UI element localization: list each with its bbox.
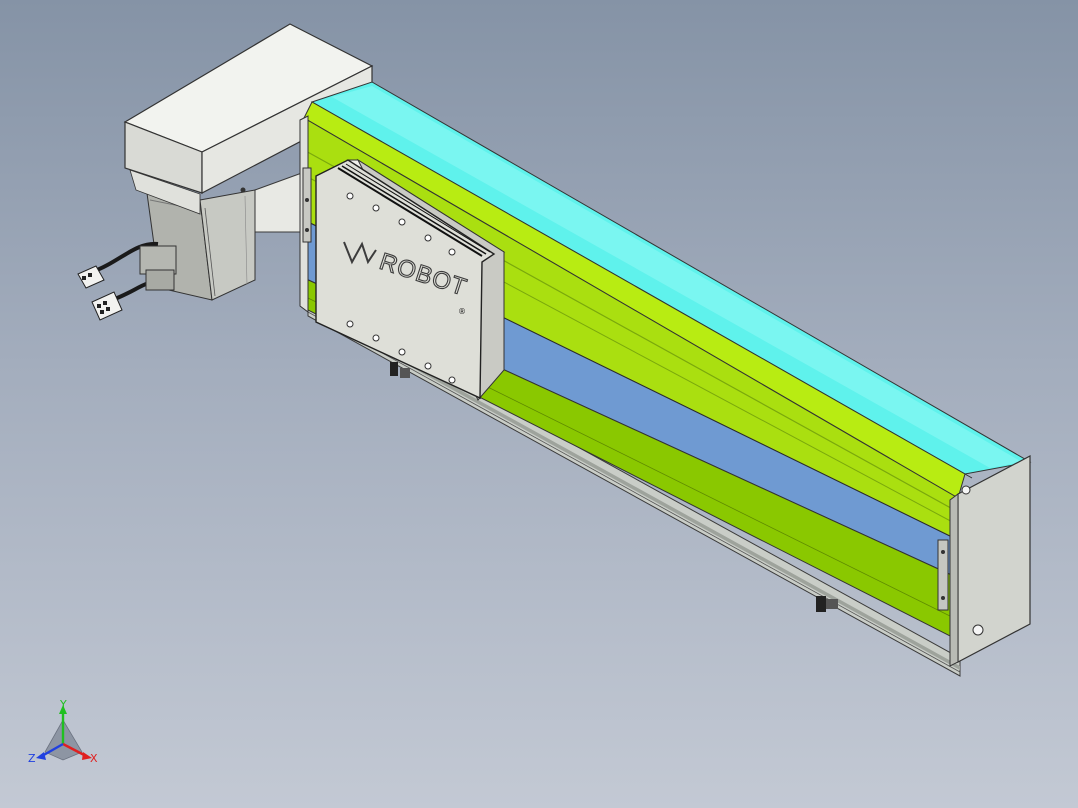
orientation-triad[interactable]: Y X Z <box>28 698 98 765</box>
motor-cable <box>91 241 177 302</box>
linear-module-model[interactable]: ROBOT ® Y X Z <box>0 0 1078 808</box>
x-axis-label: X <box>90 752 98 765</box>
z-axis-label: Z <box>28 752 36 765</box>
cad-viewport[interactable]: ROBOT ® Y X Z <box>0 0 1078 808</box>
registered-mark: ® <box>458 307 466 316</box>
y-axis-label: Y <box>59 698 67 711</box>
